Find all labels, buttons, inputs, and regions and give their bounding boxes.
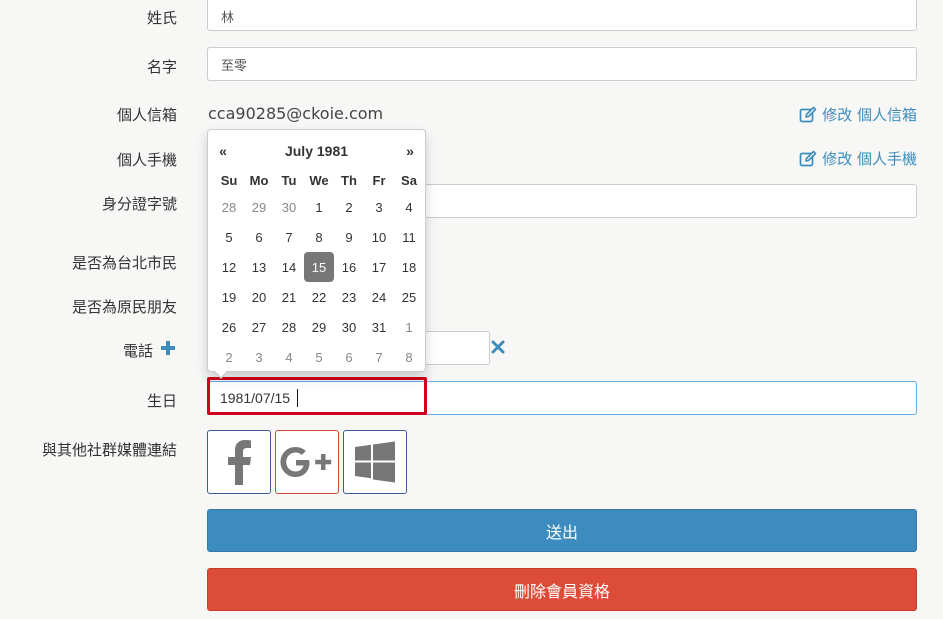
datepicker-day[interactable]: 11 <box>394 222 424 252</box>
datepicker-day[interactable]: 14 <box>274 252 304 282</box>
first-name-input[interactable]: 至零 <box>207 47 917 81</box>
first-name-label: 名字 <box>146 58 177 76</box>
datepicker-day[interactable]: 3 <box>364 192 394 222</box>
datepicker-weekday: Fr <box>372 172 386 188</box>
remove-phone-icon[interactable] <box>491 340 505 354</box>
datepicker-day[interactable]: 4 <box>274 342 304 372</box>
datepicker-day[interactable]: 2 <box>334 192 364 222</box>
edit-email-link[interactable]: 修改 個人信箱 <box>799 104 917 125</box>
facebook-button[interactable] <box>207 430 271 494</box>
datepicker-day[interactable]: 19 <box>214 282 244 312</box>
datepicker-day[interactable]: 30 <box>334 312 364 342</box>
birthday-label: 生日 <box>146 392 177 410</box>
text-cursor <box>297 389 298 407</box>
datepicker-day[interactable]: 29 <box>304 312 334 342</box>
datepicker-day[interactable]: 2 <box>214 342 244 372</box>
datepicker-day[interactable]: 23 <box>334 282 364 312</box>
datepicker-day[interactable]: 28 <box>214 192 244 222</box>
mobile-label: 個人手機 <box>116 151 177 169</box>
windows-button[interactable] <box>343 430 407 494</box>
edit-icon <box>799 150 817 166</box>
datepicker-day[interactable]: 1 <box>304 192 334 222</box>
datepicker-prev-button[interactable]: « <box>208 143 238 159</box>
datepicker-day[interactable]: 28 <box>274 312 304 342</box>
datepicker-day[interactable]: 1 <box>394 312 424 342</box>
datepicker-day[interactable]: 3 <box>244 342 274 372</box>
edit-icon <box>799 106 817 122</box>
datepicker-weekday: Mo <box>249 172 269 188</box>
datepicker-next-button[interactable]: » <box>395 143 425 159</box>
datepicker-day[interactable]: 24 <box>364 282 394 312</box>
datepicker-day[interactable]: 29 <box>244 192 274 222</box>
datepicker-day[interactable]: 8 <box>394 342 424 372</box>
facebook-icon <box>228 440 251 485</box>
google-plus-button[interactable] <box>275 430 339 494</box>
datepicker-weekday: Tu <box>281 172 297 188</box>
datepicker-day[interactable]: 6 <box>244 222 274 252</box>
datepicker-day[interactable]: 5 <box>214 222 244 252</box>
datepicker-day[interactable]: 17 <box>364 252 394 282</box>
datepicker-day[interactable]: 8 <box>304 222 334 252</box>
delete-membership-button[interactable]: 刪除會員資格 <box>207 568 917 611</box>
add-phone-icon[interactable] <box>161 341 175 355</box>
datepicker-day[interactable]: 5 <box>304 342 334 372</box>
taipei-resident-label: 是否為台北市民 <box>71 254 177 272</box>
datepicker-weekday: We <box>309 172 329 188</box>
datepicker-day[interactable]: 27 <box>244 312 274 342</box>
datepicker-day[interactable]: 31 <box>364 312 394 342</box>
google-plus-icon <box>280 447 332 477</box>
datepicker-day[interactable]: 13 <box>244 252 274 282</box>
datepicker-weekday: Sa <box>401 172 417 188</box>
social-label: 與其他社群媒體連結 <box>41 441 177 459</box>
birthday-input[interactable]: 1981/07/15 <box>207 381 917 415</box>
datepicker-day[interactable]: 4 <box>394 192 424 222</box>
datepicker-header: « July 1981 » <box>208 140 425 162</box>
aboriginal-label: 是否為原民朋友 <box>71 298 177 316</box>
datepicker-popup: « July 1981 » Su Mo Tu We Th Fr Sa 28 29 30 1 2 3 4 5 6… <box>207 129 426 379</box>
windows-icon <box>355 441 395 483</box>
datepicker-day[interactable]: 25 <box>394 282 424 312</box>
submit-button[interactable]: 送出 <box>207 509 917 552</box>
datepicker-grid: Su Mo Tu We Th Fr Sa 28 29 30 1 2 3 4 5 6 7 8 9 10 11 12 13 14 1… <box>214 168 424 372</box>
email-label: 個人信箱 <box>116 106 177 124</box>
datepicker-day[interactable]: 6 <box>334 342 364 372</box>
telephone-label: 電話 <box>122 342 153 360</box>
datepicker-day[interactable]: 20 <box>244 282 274 312</box>
datepicker-month-title[interactable]: July 1981 <box>238 143 395 159</box>
datepicker-day[interactable]: 16 <box>334 252 364 282</box>
last-name-label: 姓氏 <box>146 9 177 27</box>
edit-mobile-link[interactable]: 修改 個人手機 <box>799 148 917 169</box>
datepicker-pointer-inner <box>215 371 227 377</box>
edit-email-label: 修改 個人信箱 <box>822 106 917 124</box>
datepicker-day[interactable]: 18 <box>394 252 424 282</box>
datepicker-day[interactable]: 12 <box>214 252 244 282</box>
datepicker-day[interactable]: 9 <box>334 222 364 252</box>
datepicker-day[interactable]: 7 <box>364 342 394 372</box>
datepicker-day[interactable]: 30 <box>274 192 304 222</box>
datepicker-day[interactable]: 22 <box>304 282 334 312</box>
last-name-input[interactable]: 林 <box>207 0 917 31</box>
datepicker-weekday: Th <box>341 172 357 188</box>
email-value: cca90285@ckoie.com <box>208 104 384 123</box>
datepicker-day[interactable]: 7 <box>274 222 304 252</box>
datepicker-day[interactable]: 26 <box>214 312 244 342</box>
edit-mobile-label: 修改 個人手機 <box>822 150 917 168</box>
telephone-input[interactable] <box>420 331 490 365</box>
id-number-label: 身分證字號 <box>101 195 177 213</box>
datepicker-weekday: Su <box>220 172 238 188</box>
datepicker-day[interactable]: 21 <box>274 282 304 312</box>
datepicker-day-selected[interactable]: 15 <box>304 252 334 282</box>
datepicker-day[interactable]: 10 <box>364 222 394 252</box>
